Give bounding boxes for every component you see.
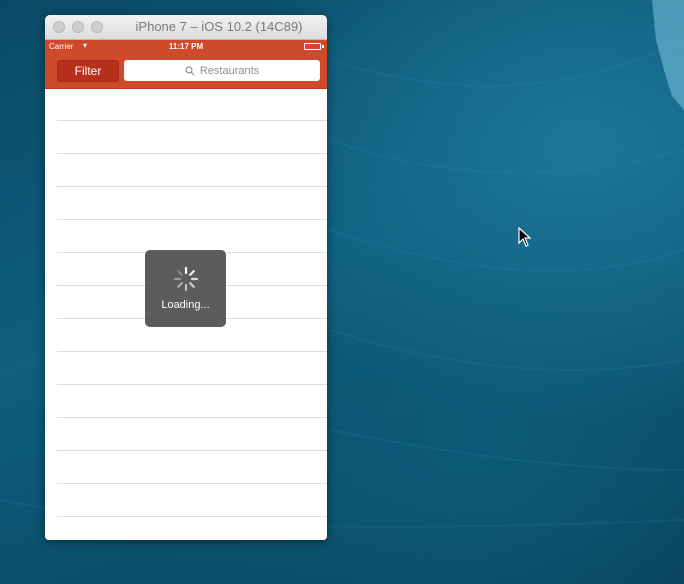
zoom-window-button[interactable] — [91, 21, 103, 33]
list-item[interactable] — [57, 418, 327, 451]
list-item[interactable] — [57, 352, 327, 385]
status-bar: Carrier ▾ 11:17 PM — [45, 40, 327, 53]
list-item[interactable] — [57, 154, 327, 187]
navigation-bar: Filter Restaurants — [45, 53, 327, 89]
search-input[interactable]: Restaurants — [124, 60, 320, 81]
minimize-window-button[interactable] — [72, 21, 84, 33]
filter-button[interactable]: Filter — [57, 60, 119, 82]
window-title: iPhone 7 – iOS 10.2 (14C89) — [135, 19, 303, 34]
close-window-button[interactable] — [53, 21, 65, 33]
activity-spinner-icon — [173, 266, 198, 292]
status-time: 11:17 PM — [168, 42, 204, 51]
battery-icon — [304, 43, 321, 50]
battery-tip-icon — [322, 45, 324, 48]
search-placeholder: Restaurants — [199, 64, 260, 77]
list-item[interactable] — [57, 121, 327, 154]
list-item[interactable] — [57, 385, 327, 418]
list-item[interactable] — [57, 88, 327, 121]
device-screen: Carrier ▾ 11:17 PM Filter Restaurants Lo… — [45, 40, 327, 540]
mouse-cursor-icon — [518, 227, 532, 247]
loading-hud: Loading... — [145, 250, 226, 327]
search-icon — [185, 65, 195, 75]
list-item[interactable] — [57, 220, 327, 253]
loading-label: Loading... — [161, 299, 210, 311]
window-titlebar[interactable]: iPhone 7 – iOS 10.2 (14C89) — [45, 15, 327, 40]
list-item[interactable] — [57, 187, 327, 220]
list-item[interactable] — [57, 484, 327, 517]
simulator-window: iPhone 7 – iOS 10.2 (14C89) Carrier ▾ 11… — [45, 15, 327, 540]
list-item[interactable] — [57, 451, 327, 484]
